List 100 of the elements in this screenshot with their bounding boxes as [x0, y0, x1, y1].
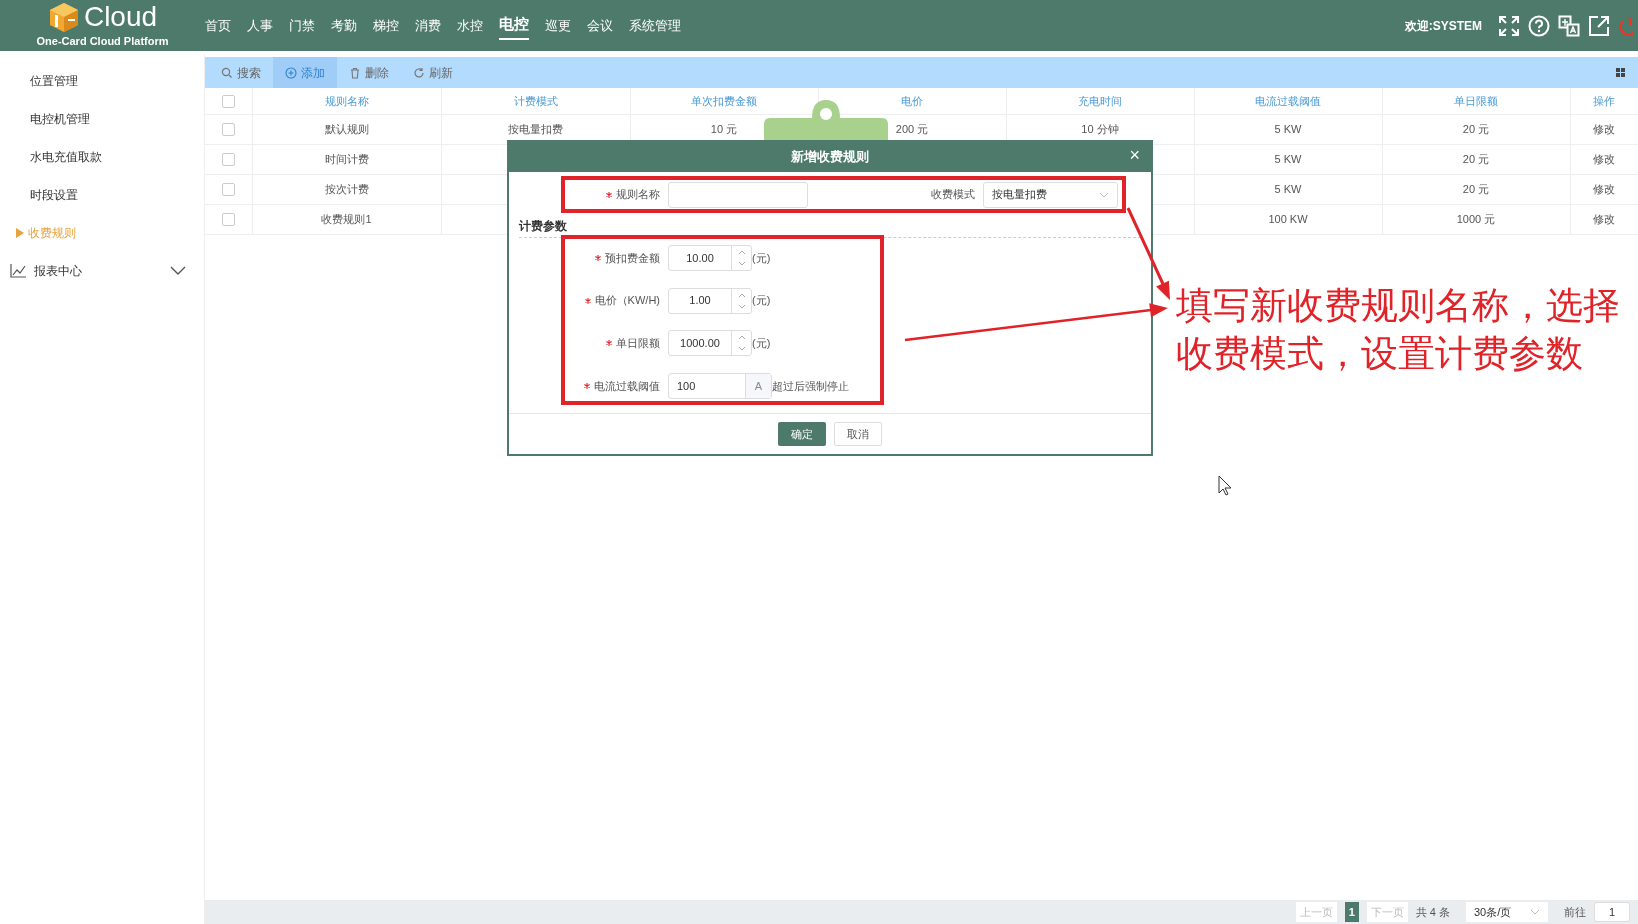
edit-link[interactable]: 修改	[1593, 183, 1615, 195]
edit-link[interactable]: 修改	[1593, 213, 1615, 225]
plus-circle-icon	[285, 66, 297, 79]
checkbox[interactable]	[221, 152, 235, 166]
table-cell: 100 KW	[1268, 213, 1308, 225]
chevron-down-icon	[1530, 909, 1540, 915]
required-asterisk-icon	[606, 340, 612, 347]
table-cell: 按电量扣费	[508, 123, 563, 135]
nav-tab[interactable]: 电控	[499, 11, 529, 40]
power-icon[interactable]	[1618, 14, 1634, 37]
welcome-text: 欢迎:SYSTEM	[1404, 17, 1482, 35]
unit-label: (元)	[752, 336, 771, 352]
nav-tab[interactable]: 考勤	[331, 13, 357, 38]
refresh-icon	[413, 66, 425, 79]
column-header: 单日限额	[1382, 88, 1570, 114]
logo-text: Cloud	[83, 3, 158, 32]
dialog-title: 新增收费规则	[791, 148, 869, 167]
unit-label: (元)	[752, 293, 771, 309]
required-asterisk-icon	[584, 382, 590, 389]
fullscreen-icon[interactable]	[1498, 14, 1520, 37]
chevron-down-icon	[1099, 191, 1109, 198]
table-cell: 时间计费	[324, 153, 369, 165]
required-asterisk-icon	[606, 191, 612, 198]
number-field[interactable]: 1.00	[668, 287, 752, 314]
page-button[interactable]: 1	[1344, 902, 1359, 922]
search-icon	[221, 66, 233, 79]
nav-tab[interactable]: 系统管理	[629, 13, 681, 38]
number-field[interactable]: 1000.00	[668, 330, 752, 357]
table-cell: 10 分钟	[1081, 123, 1119, 135]
column-header: 充电时间	[1006, 88, 1194, 114]
sidebar-item[interactable]: 电控机管理	[0, 100, 204, 138]
sidebar-group[interactable]: 报表中心	[0, 252, 204, 290]
nav-tab[interactable]: 巡更	[545, 13, 571, 38]
table-cell: 10 元	[710, 123, 738, 135]
nav-tab[interactable]: 会议	[587, 13, 613, 38]
triangle-icon	[16, 228, 24, 238]
total-count: 共 4 条	[1415, 904, 1450, 920]
close-button[interactable]: ×	[1126, 145, 1143, 165]
field-label: 规则名称	[616, 187, 660, 203]
toolbar-button[interactable]: 添加	[273, 57, 337, 88]
field-label: 电流过载阈值	[594, 378, 660, 394]
select-field[interactable]: 按电量扣费	[983, 181, 1118, 208]
field-label: 预扣费金额	[605, 250, 660, 266]
sidebar-item[interactable]: 水电充值取款	[0, 138, 204, 176]
section-title: 计费参数	[519, 213, 1141, 238]
unit-label: (元)	[752, 250, 771, 266]
required-asterisk-icon	[595, 255, 601, 261]
chevron-down-icon	[170, 266, 186, 276]
grid-view-icon[interactable]	[1615, 68, 1625, 77]
unit-label: 超过后强制停止	[772, 378, 849, 394]
edit-link[interactable]: 修改	[1593, 123, 1615, 135]
table-cell: 按次计费	[324, 183, 369, 195]
field-label: 电价（KW/H)	[594, 293, 660, 309]
checkbox[interactable]	[221, 95, 235, 109]
platform-subtitle: One-Card Cloud Platform	[36, 34, 169, 50]
column-header: 计费模式	[441, 88, 630, 114]
cancel-button[interactable]: 取消	[834, 422, 882, 446]
table-cell: 1000 元	[1456, 213, 1496, 225]
nav-tab[interactable]: 梯控	[373, 13, 399, 38]
field-label: 单日限额	[616, 336, 660, 352]
table-cell: 20 元	[1462, 123, 1490, 135]
column-header: 电流过载阈值	[1194, 88, 1382, 114]
table-cell: 收费规则1	[321, 213, 372, 225]
confirm-button[interactable]: 确定	[778, 422, 826, 446]
edit-link[interactable]: 修改	[1593, 153, 1615, 165]
goto-field[interactable]: 1	[1594, 902, 1630, 922]
sidebar-item[interactable]: 位置管理	[0, 62, 204, 100]
text-field[interactable]	[668, 181, 808, 208]
checkbox[interactable]	[221, 182, 235, 196]
translate-icon[interactable]	[1558, 14, 1580, 37]
table-cell: 200 元	[895, 123, 929, 135]
mouse-cursor-icon	[1218, 475, 1232, 496]
column-header: 规则名称	[252, 88, 441, 114]
text-field[interactable]: 100 A	[668, 372, 772, 399]
table-cell: 默认规则	[324, 123, 369, 135]
toolbar-button[interactable]: 刷新	[401, 57, 465, 88]
annotation-text: 填写新收费规则名称，选择收费模式，设置计费参数	[1176, 284, 1621, 376]
nav-tab[interactable]: 水控	[457, 13, 483, 38]
checkbox[interactable]	[221, 212, 235, 226]
sidebar-item[interactable]: 时段设置	[0, 176, 204, 214]
table-cell: 5 KW	[1274, 183, 1302, 195]
toolbar-button[interactable]: 搜索	[209, 57, 273, 88]
external-link-icon[interactable]	[1588, 14, 1610, 37]
table-cell: 20 元	[1462, 153, 1490, 165]
nav-tab[interactable]: 首页	[205, 13, 231, 38]
table-cell: 5 KW	[1274, 153, 1302, 165]
nav-tab[interactable]: 门禁	[289, 13, 315, 38]
nav-tab[interactable]: 人事	[247, 13, 273, 38]
number-field[interactable]: 10.00	[668, 245, 752, 271]
table-cell: 5 KW	[1274, 123, 1302, 135]
field-label: 收费模式	[931, 187, 975, 203]
required-asterisk-icon	[584, 297, 591, 304]
column-header: 操作	[1570, 88, 1638, 114]
page-size-select[interactable]: 30条/页	[1466, 902, 1548, 922]
help-icon[interactable]	[1528, 14, 1550, 37]
table-cell: 20 元	[1462, 183, 1490, 195]
chart-icon	[10, 264, 26, 278]
checkbox[interactable]	[221, 122, 235, 136]
toolbar-button[interactable]: 删除	[337, 57, 401, 88]
nav-tab[interactable]: 消费	[415, 13, 441, 38]
